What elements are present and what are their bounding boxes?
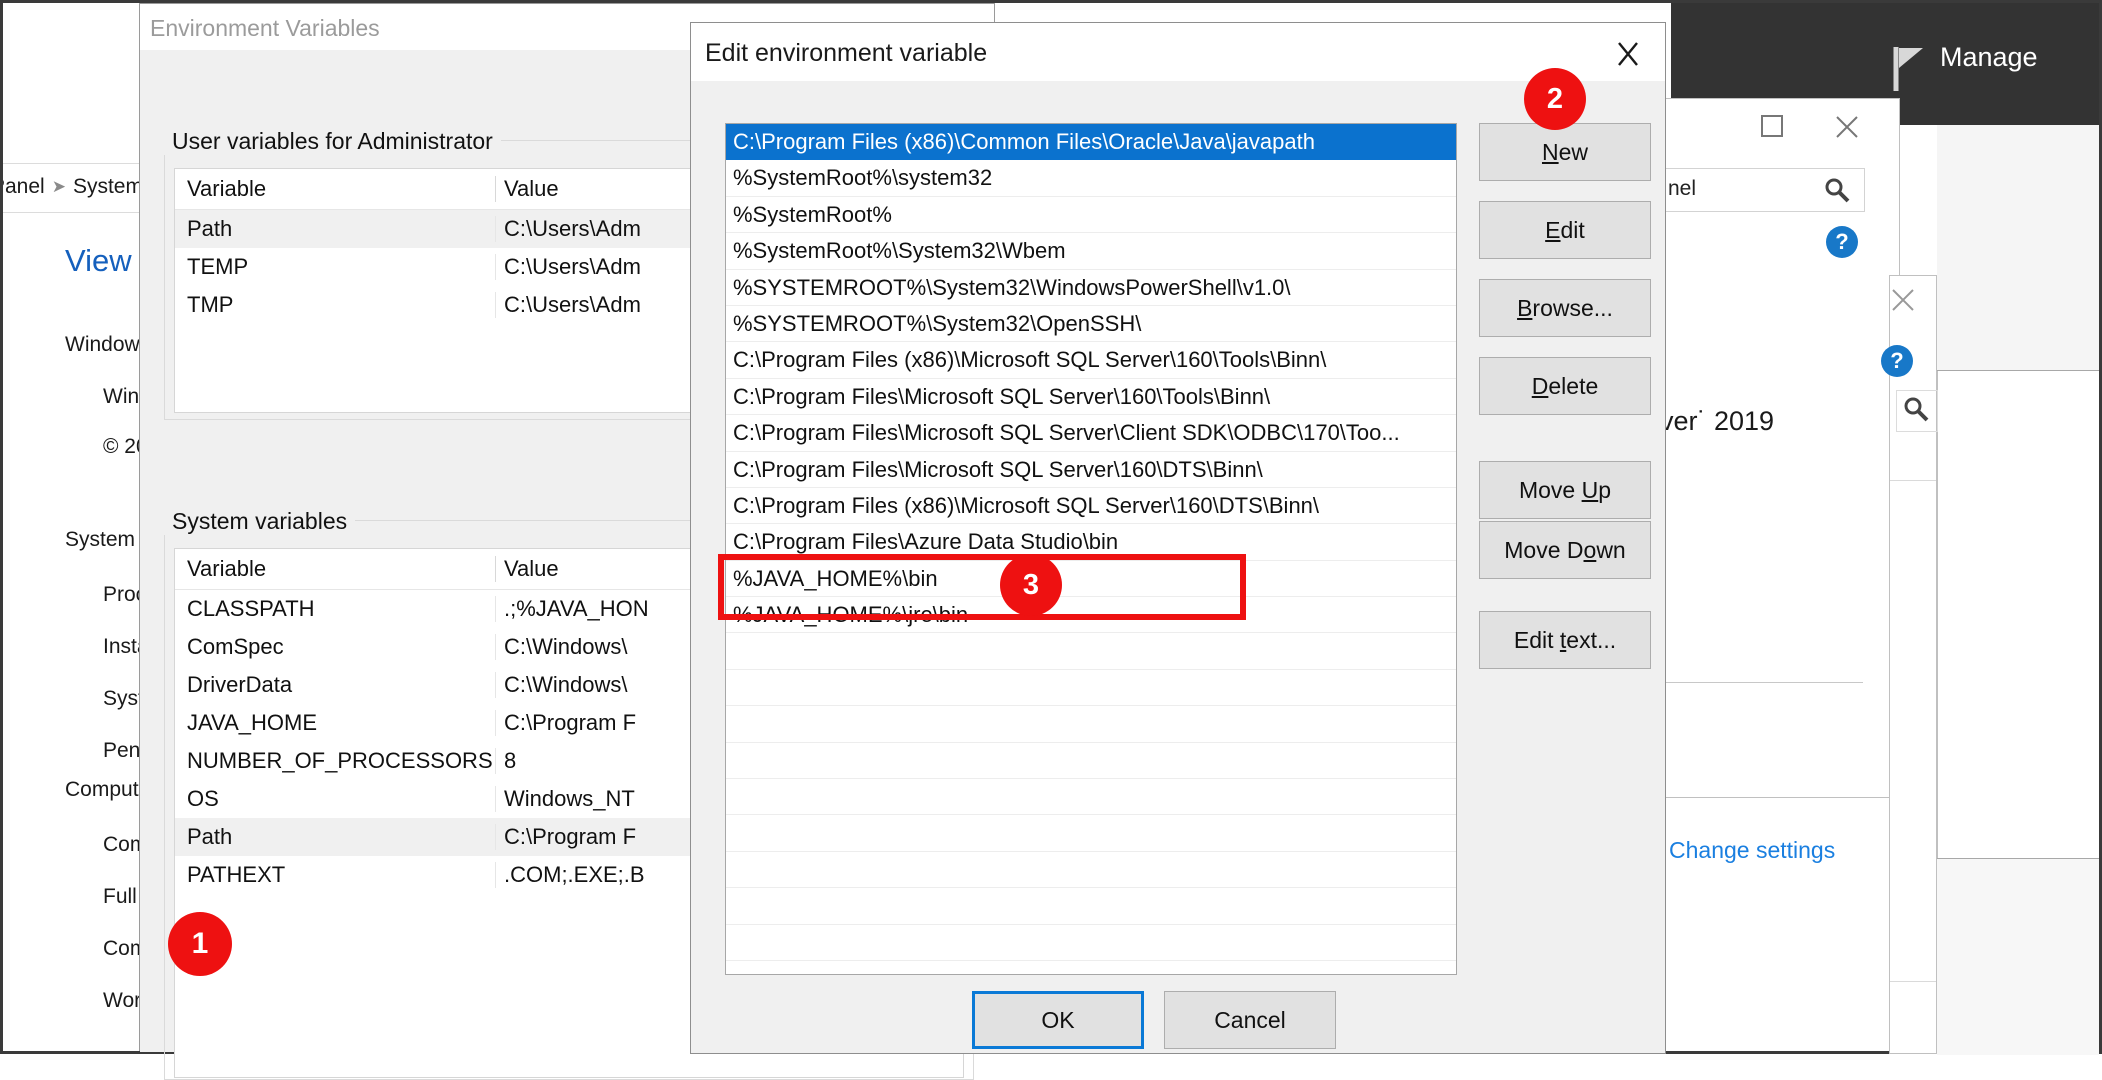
close-icon[interactable] — [1888, 285, 1918, 315]
edit-environment-variable-dialog: Edit environment variable C:\Program Fil… — [690, 22, 1666, 1054]
path-entry-row[interactable] — [726, 852, 1456, 888]
dialog-title: Environment Variables — [150, 15, 380, 42]
cell-variable: Path — [175, 216, 495, 242]
path-entry-row[interactable] — [726, 779, 1456, 815]
path-entry-row[interactable]: %JAVA_HOME%\bin — [726, 561, 1456, 597]
path-entry-row[interactable] — [726, 633, 1456, 669]
system-section-heading: System — [65, 528, 135, 552]
cell-variable: NUMBER_OF_PROCESSORS — [175, 748, 495, 774]
help-icon[interactable]: ? — [1826, 226, 1858, 258]
cell-variable: Path — [175, 824, 495, 850]
dialog-titlebar: Edit environment variable — [691, 23, 1665, 81]
path-entry-row[interactable]: C:\Program Files\Microsoft SQL Server\16… — [726, 379, 1456, 415]
path-entry-row[interactable]: %JAVA_HOME%\jre\bin — [726, 597, 1456, 633]
change-settings-link[interactable]: Change settings — [1669, 837, 1835, 864]
annotation-badge-1: 1 — [168, 912, 232, 976]
ok-button[interactable]: OK — [972, 991, 1144, 1049]
edit-button[interactable]: Edit — [1479, 201, 1651, 259]
path-entries-listbox[interactable]: C:\Program Files (x86)\Common Files\Orac… — [725, 123, 1457, 975]
user-variables-group-label: User variables for Administrator — [164, 128, 501, 155]
path-entry-row[interactable]: %SystemRoot%\system32 — [726, 160, 1456, 196]
flag-icon — [1893, 46, 1927, 92]
maximize-icon[interactable] — [1758, 112, 1786, 140]
cancel-button[interactable]: Cancel — [1164, 991, 1336, 1049]
divider — [1665, 682, 1863, 683]
sql-version-text: ver˙ 2019 — [1660, 406, 1774, 437]
cell-variable: ComSpec — [175, 634, 495, 660]
path-entry-row[interactable]: C:\Program Files\Microsoft SQL Server\Cl… — [726, 415, 1456, 451]
manage-label[interactable]: Manage — [1940, 42, 2038, 73]
path-entry-row[interactable] — [726, 670, 1456, 706]
path-entry-row[interactable] — [726, 815, 1456, 851]
search-input-value: nel — [1668, 177, 1696, 201]
cell-variable: CLASSPATH — [175, 596, 495, 622]
path-entry-row[interactable] — [726, 706, 1456, 742]
close-icon[interactable] — [1832, 112, 1862, 142]
path-entry-row[interactable]: %SystemRoot% — [726, 197, 1456, 233]
cell-variable: JAVA_HOME — [175, 710, 495, 736]
help-icon[interactable]: ? — [1881, 345, 1913, 377]
browse-button[interactable]: Browse... — [1479, 279, 1651, 337]
edit-text-button[interactable]: Edit text... — [1479, 611, 1651, 669]
new-button[interactable]: New — [1479, 123, 1651, 181]
path-entry-row[interactable]: C:\Program Files (x86)\Common Files\Orac… — [726, 124, 1456, 160]
delete-button[interactable]: Delete — [1479, 357, 1651, 415]
cell-variable: TEMP — [175, 254, 495, 280]
cell-variable: OS — [175, 786, 495, 812]
close-icon[interactable] — [1605, 37, 1651, 71]
annotation-badge-3: 3 — [1000, 554, 1062, 616]
divider — [1890, 981, 1936, 982]
move-down-button[interactable]: Move Down — [1479, 521, 1651, 579]
path-entry-row[interactable]: %SYSTEMROOT%\System32\OpenSSH\ — [726, 306, 1456, 342]
cell-variable: PATHEXT — [175, 862, 495, 888]
dialog-title: Edit environment variable — [705, 39, 987, 68]
search-button[interactable] — [1896, 390, 1938, 432]
move-up-button[interactable]: Move Up — [1479, 461, 1651, 519]
column-header-variable[interactable]: Variable — [175, 176, 495, 202]
path-entry-row[interactable]: C:\Program Files\Microsoft SQL Server\16… — [726, 452, 1456, 488]
path-entry-row[interactable]: C:\Program Files (x86)\Microsoft SQL Ser… — [726, 342, 1456, 378]
background-window-d-band2 — [1937, 858, 2099, 1055]
path-entry-row[interactable] — [726, 743, 1456, 779]
cell-variable: DriverData — [175, 672, 495, 698]
path-entry-row[interactable]: %SystemRoot%\System32\Wbem — [726, 233, 1456, 269]
system-variables-group-label: System variables — [164, 508, 355, 535]
search-icon[interactable] — [1823, 176, 1853, 206]
annotation-badge-2: 2 — [1524, 68, 1586, 130]
path-entry-row[interactable]: C:\Program Files\Azure Data Studio\bin — [726, 524, 1456, 560]
path-entry-row[interactable]: %SYSTEMROOT%\System32\WindowsPowerShell\… — [726, 270, 1456, 306]
chevron-right-icon: ➤ — [45, 177, 73, 196]
column-header-variable[interactable]: Variable — [175, 556, 495, 582]
divider — [1890, 480, 1936, 481]
path-entry-row[interactable]: C:\Program Files (x86)\Microsoft SQL Ser… — [726, 488, 1456, 524]
background-window-d-band — [1937, 125, 2099, 371]
path-entry-row[interactable] — [726, 925, 1456, 961]
path-entry-row[interactable] — [726, 888, 1456, 924]
cell-variable: TMP — [175, 292, 495, 318]
breadcrumb-item-panel[interactable]: Panel — [3, 175, 45, 198]
